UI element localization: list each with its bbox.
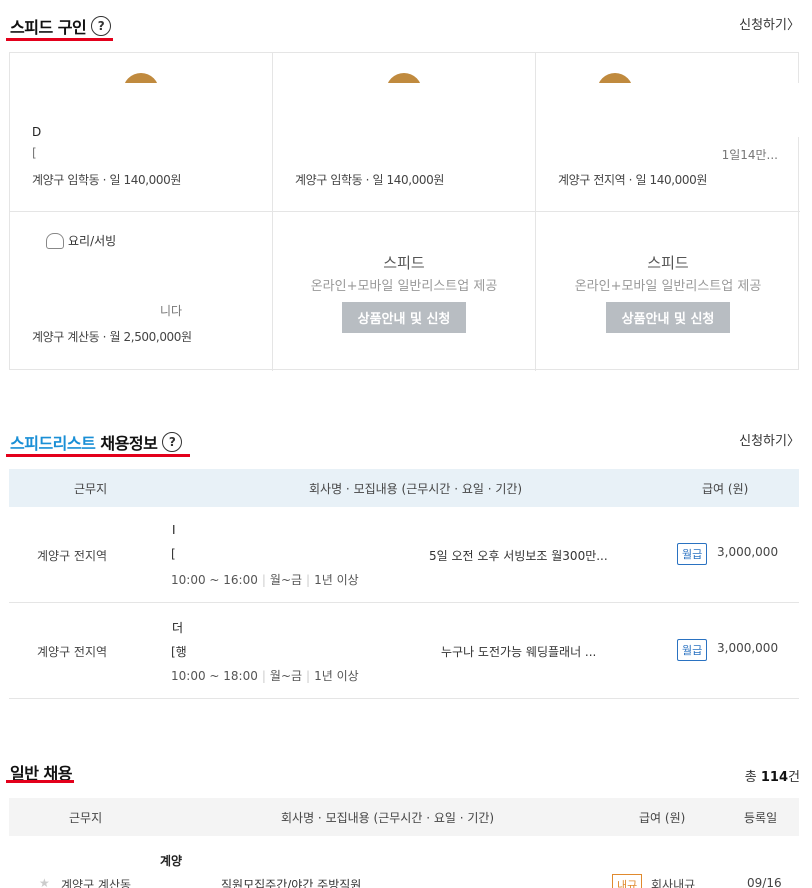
- row-company: I: [172, 523, 176, 537]
- header-content: 회사명 · 모집내용 (근무시간 · 요일 · 기간): [281, 810, 495, 825]
- category-label: 요리/서빙: [46, 232, 116, 249]
- speed-grid: D [ 계양구 임학동 · 일 140,000원 계양구 임학동 · 일 140…: [9, 52, 800, 371]
- speedlist-table-header: 근무지 회사명 · 모집내용 (근무시간 · 요일 · 기간) 급여 (원): [9, 469, 799, 507]
- speed-title-underline: [6, 38, 113, 41]
- pay-type-badge: 월급: [677, 639, 708, 661]
- row-date: 09/16: [747, 876, 782, 888]
- row-title[interactable]: 직원모집주간/야간 주방직원: [221, 876, 361, 888]
- row-schedule: 10:00 ~ 18:00 | 월~금 | 1년 이상: [171, 669, 359, 683]
- speed-card[interactable]: 1일14만... 계양구 전지역 · 일 140,000원: [536, 53, 800, 212]
- card-company: D: [32, 125, 42, 139]
- speed-card[interactable]: 계양구 임학동 · 일 140,000원: [273, 53, 536, 212]
- speedlist-title-underline: [6, 454, 190, 457]
- header-location: 근무지: [69, 810, 103, 825]
- card-location: 계양구 임학동 · 일 140,000원: [32, 173, 182, 187]
- help-icon[interactable]: ?: [91, 16, 112, 36]
- speed-section-header: 스피드 구인 ?: [10, 14, 112, 38]
- row-location: 계양구 계산동: [61, 878, 132, 888]
- pay-type-badge: 월급: [677, 543, 708, 565]
- chef-hat-icon: [46, 232, 64, 249]
- speed-promo: 스피드 온라인+모바일 일반리스트업 제공 상품안내 및 신청: [536, 212, 800, 371]
- card-desc: [: [32, 146, 39, 160]
- promo-title: 스피드: [383, 254, 425, 272]
- header-date: 등록일: [744, 810, 778, 825]
- card-desc: 1일14만...: [721, 148, 778, 162]
- promo-apply-button[interactable]: 상품안내 및 신청: [605, 302, 731, 333]
- row-location: 계양구 전지역: [37, 645, 108, 659]
- table-row[interactable]: ★ 계양구 계산동 계양 직원모집주간/야간 주방직원 내규 회사내규 09/1…: [9, 836, 799, 888]
- speed-promo: 스피드 온라인+모바일 일반리스트업 제공 상품안내 및 신청: [273, 212, 536, 371]
- pay-type-badge: 내규: [612, 874, 643, 888]
- promo-sub: 온라인+모바일 일반리스트업 제공: [574, 279, 762, 294]
- row-pay: 회사내규: [651, 878, 696, 888]
- row-location: 계양구 전지역: [37, 549, 108, 563]
- header-content: 회사명 · 모집내용 (근무시간 · 요일 · 기간): [309, 481, 523, 496]
- promo-sub: 온라인+모바일 일반리스트업 제공: [310, 279, 498, 294]
- speedlist-section-title: 스피드리스트 채용정보: [10, 434, 158, 453]
- card-location: 계양구 전지역 · 일 140,000원: [558, 173, 708, 187]
- table-row[interactable]: 계양구 전지역 I [ 5일 오전 오후 서빙보조 월300만... 10:00…: [9, 507, 799, 603]
- help-icon[interactable]: ?: [162, 432, 183, 452]
- header-pay: 급여 (원): [639, 810, 686, 825]
- speed-card-cook[interactable]: 요리/서빙 니다 계양구 계산동 · 월 2,500,000원: [10, 212, 273, 371]
- row-title[interactable]: 누구나 도전가능 웨딩플래너 ...: [441, 643, 596, 660]
- speed-section-title: 스피드 구인: [10, 18, 87, 37]
- promo-title: 스피드: [647, 254, 689, 272]
- card-location: 계양구 계산동 · 월 2,500,000원: [32, 330, 192, 344]
- card-desc: 니다: [160, 304, 183, 318]
- speed-card[interactable]: D [ 계양구 임학동 · 일 140,000원: [10, 53, 273, 212]
- card-location: 계양구 임학동 · 일 140,000원: [295, 173, 445, 187]
- row-pay: 3,000,000: [717, 545, 779, 559]
- total-count: 총 114건: [744, 770, 800, 785]
- speed-apply-link[interactable]: 신청하기〉: [739, 14, 800, 33]
- general-table-header: 근무지 회사명 · 모집내용 (근무시간 · 요일 · 기간) 급여 (원) 등…: [9, 798, 799, 836]
- promo-apply-button[interactable]: 상품안내 및 신청: [341, 302, 467, 333]
- row-title[interactable]: 5일 오전 오후 서빙보조 월300만...: [429, 547, 608, 564]
- row-company: 더: [172, 621, 184, 635]
- row-schedule: 10:00 ~ 16:00 | 월~금 | 1년 이상: [171, 573, 359, 587]
- row-pay: 3,000,000: [717, 641, 779, 655]
- header-location: 근무지: [74, 481, 108, 496]
- table-row[interactable]: 계양구 전지역 더 [행 누구나 도전가능 웨딩플래너 ... 10:00 ~ …: [9, 603, 799, 699]
- row-company: 계양: [160, 854, 183, 868]
- star-icon[interactable]: ★: [39, 876, 50, 888]
- speedlist-section-header: 스피드리스트 채용정보 ?: [10, 430, 183, 454]
- speedlist-apply-link[interactable]: 신청하기〉: [739, 430, 800, 449]
- header-pay: 급여 (원): [702, 481, 749, 496]
- general-title-underline: [6, 780, 74, 783]
